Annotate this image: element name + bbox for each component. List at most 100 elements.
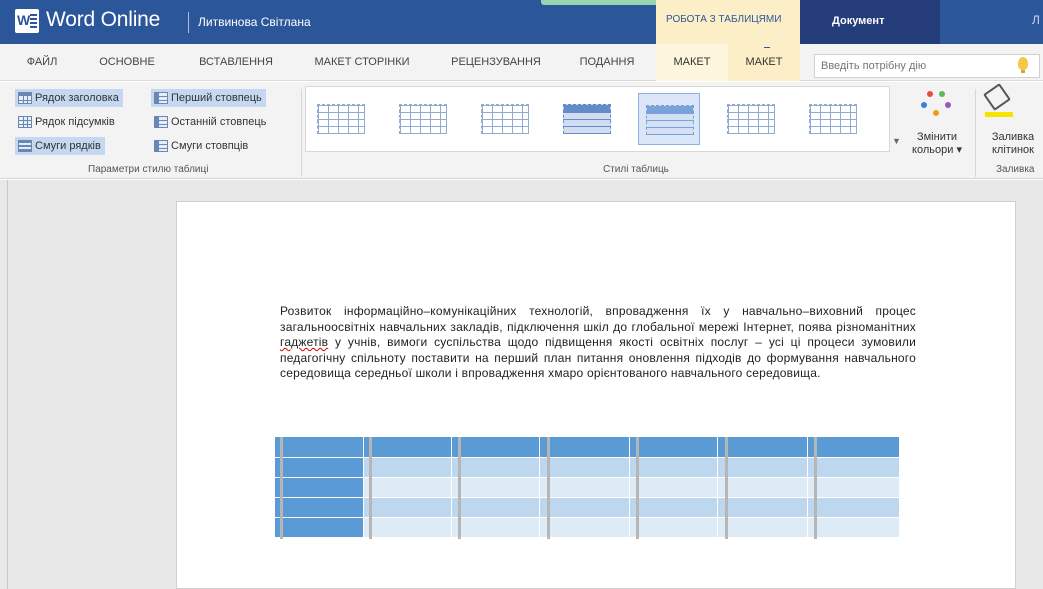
table-cell[interactable] (807, 457, 900, 478)
table-cell[interactable] (717, 457, 808, 478)
table-cell[interactable] (807, 517, 900, 538)
table-style-preview (727, 104, 775, 134)
tell-me-search[interactable] (814, 54, 1040, 78)
shading-button[interactable]: Заливка клітинок (980, 131, 1043, 157)
header-row-icon (18, 92, 32, 104)
table-cell[interactable] (363, 457, 452, 478)
table-cell[interactable] (451, 517, 540, 538)
table-cell[interactable] (363, 497, 452, 518)
change-colors-button[interactable]: Змінити кольори ▾ (905, 131, 969, 157)
title-bar: W Word Online Литвинова Світлана РОБОТА … (0, 0, 1043, 44)
ribbon: Рядок заголовка Рядок підсумків Смуги ря… (0, 82, 1043, 179)
fill-color-bar (985, 112, 1013, 117)
table-column-border[interactable] (725, 437, 728, 539)
titlebar-right-text[interactable]: Л (1032, 13, 1040, 27)
table-cell[interactable] (539, 497, 630, 518)
table-cell[interactable] (275, 497, 364, 518)
table-cell[interactable] (807, 477, 900, 498)
table-styles-gallery (305, 86, 890, 152)
table-cell[interactable] (807, 497, 900, 518)
body-paragraph[interactable]: Розвиток інформаційно–комунікаційних тех… (280, 304, 916, 382)
table-column-border[interactable] (636, 437, 639, 539)
app-name[interactable]: Word Online (46, 8, 160, 32)
banded-rows-icon (18, 140, 32, 152)
document-tab[interactable]: Документ (800, 0, 940, 44)
tab-file[interactable]: ФАЙЛ (22, 44, 62, 81)
color-dot (945, 102, 951, 108)
tab-view[interactable]: ПОДАННЯ (568, 44, 646, 81)
table-style-thumb[interactable] (392, 93, 454, 145)
table-style-thumb[interactable] (802, 93, 864, 145)
table-column-border[interactable] (547, 437, 550, 539)
table-cell[interactable] (451, 477, 540, 498)
total-row-label: Рядок підсумків (35, 116, 115, 128)
table-column-border[interactable] (458, 437, 461, 539)
gallery-more-button[interactable]: ▼ (890, 86, 902, 152)
table-options-group-label: Параметри стилю таблиці (88, 164, 209, 175)
table-cell[interactable] (363, 477, 452, 498)
table-cell[interactable] (363, 517, 452, 538)
header-row-checkbox[interactable]: Рядок заголовка (15, 89, 123, 107)
table-cell[interactable] (275, 437, 364, 458)
banded-rows-label: Смуги рядків (35, 140, 101, 152)
last-column-icon (154, 116, 168, 128)
paragraph-text-before: Розвиток інформаційно–комунікаційних тех… (280, 304, 916, 334)
table-style-thumb[interactable] (720, 93, 782, 145)
table-cell[interactable] (275, 457, 364, 478)
table-cell[interactable] (363, 437, 452, 458)
table-cell[interactable] (629, 517, 718, 538)
table-style-thumb[interactable] (474, 93, 536, 145)
table-cell[interactable] (629, 457, 718, 478)
table-style-thumb[interactable] (310, 93, 372, 145)
table-style-thumb[interactable] (556, 93, 618, 145)
tab-table-layout[interactable]: МАКЕТ (728, 44, 800, 81)
table-cell[interactable] (275, 477, 364, 498)
table-cell[interactable] (717, 517, 808, 538)
tell-me-input[interactable] (815, 55, 1005, 77)
misspelled-word[interactable]: гаджетів (280, 335, 328, 349)
table-cell[interactable] (451, 437, 540, 458)
header-row-label: Рядок заголовка (35, 92, 119, 104)
first-column-label: Перший стовпець (171, 92, 262, 104)
last-column-checkbox[interactable]: Останній стовпець (151, 113, 270, 131)
table-cell[interactable] (539, 437, 630, 458)
shading-label-1: Заливка (991, 131, 1035, 143)
context-tab-group: РОБОТА З ТАБЛИЦЯМИ (656, 0, 800, 44)
tab-page-layout[interactable]: МАКЕТ СТОРІНКИ (300, 44, 424, 81)
tab-home[interactable]: ОСНОВНЕ (86, 44, 168, 81)
tab-review[interactable]: РЕЦЕНЗУВАННЯ (434, 44, 558, 81)
banded-columns-icon (154, 140, 168, 152)
tab-table-design[interactable]: МАКЕТ (656, 44, 728, 81)
table-column-border[interactable] (369, 437, 372, 539)
tab-insert[interactable]: ВСТАВЛЕННЯ (186, 44, 286, 81)
title-separator (188, 12, 189, 33)
table-style-preview (563, 104, 611, 134)
table-cell[interactable] (717, 437, 808, 458)
table-cell[interactable] (717, 477, 808, 498)
banded-columns-checkbox[interactable]: Смуги стовпців (151, 137, 252, 155)
table-cell[interactable] (539, 457, 630, 478)
table-cell[interactable] (451, 497, 540, 518)
document-page[interactable]: Розвиток інформаційно–комунікаційних тех… (176, 201, 1016, 589)
table-column-border[interactable] (280, 437, 283, 539)
color-dot (921, 102, 927, 108)
table-cell[interactable] (451, 457, 540, 478)
user-name[interactable]: Литвинова Світлана (198, 15, 311, 29)
tab-marker (764, 47, 770, 48)
table-column-border[interactable] (814, 437, 817, 539)
table-cell[interactable] (275, 517, 364, 538)
first-column-checkbox[interactable]: Перший стовпець (151, 89, 266, 107)
banded-rows-checkbox[interactable]: Смуги рядків (15, 137, 105, 155)
total-row-checkbox[interactable]: Рядок підсумків (15, 113, 119, 131)
table-cell[interactable] (717, 497, 808, 518)
table-cell[interactable] (629, 437, 718, 458)
table-cell[interactable] (539, 517, 630, 538)
table-style-preview (646, 105, 694, 135)
table-cell[interactable] (807, 437, 900, 458)
word-logo-icon[interactable]: W (15, 9, 39, 33)
table-cell[interactable] (629, 477, 718, 498)
table-style-thumb-selected[interactable] (638, 93, 700, 145)
document-canvas[interactable]: Розвиток інформаційно–комунікаційних тех… (0, 180, 1043, 589)
table-cell[interactable] (629, 497, 718, 518)
table-cell[interactable] (539, 477, 630, 498)
